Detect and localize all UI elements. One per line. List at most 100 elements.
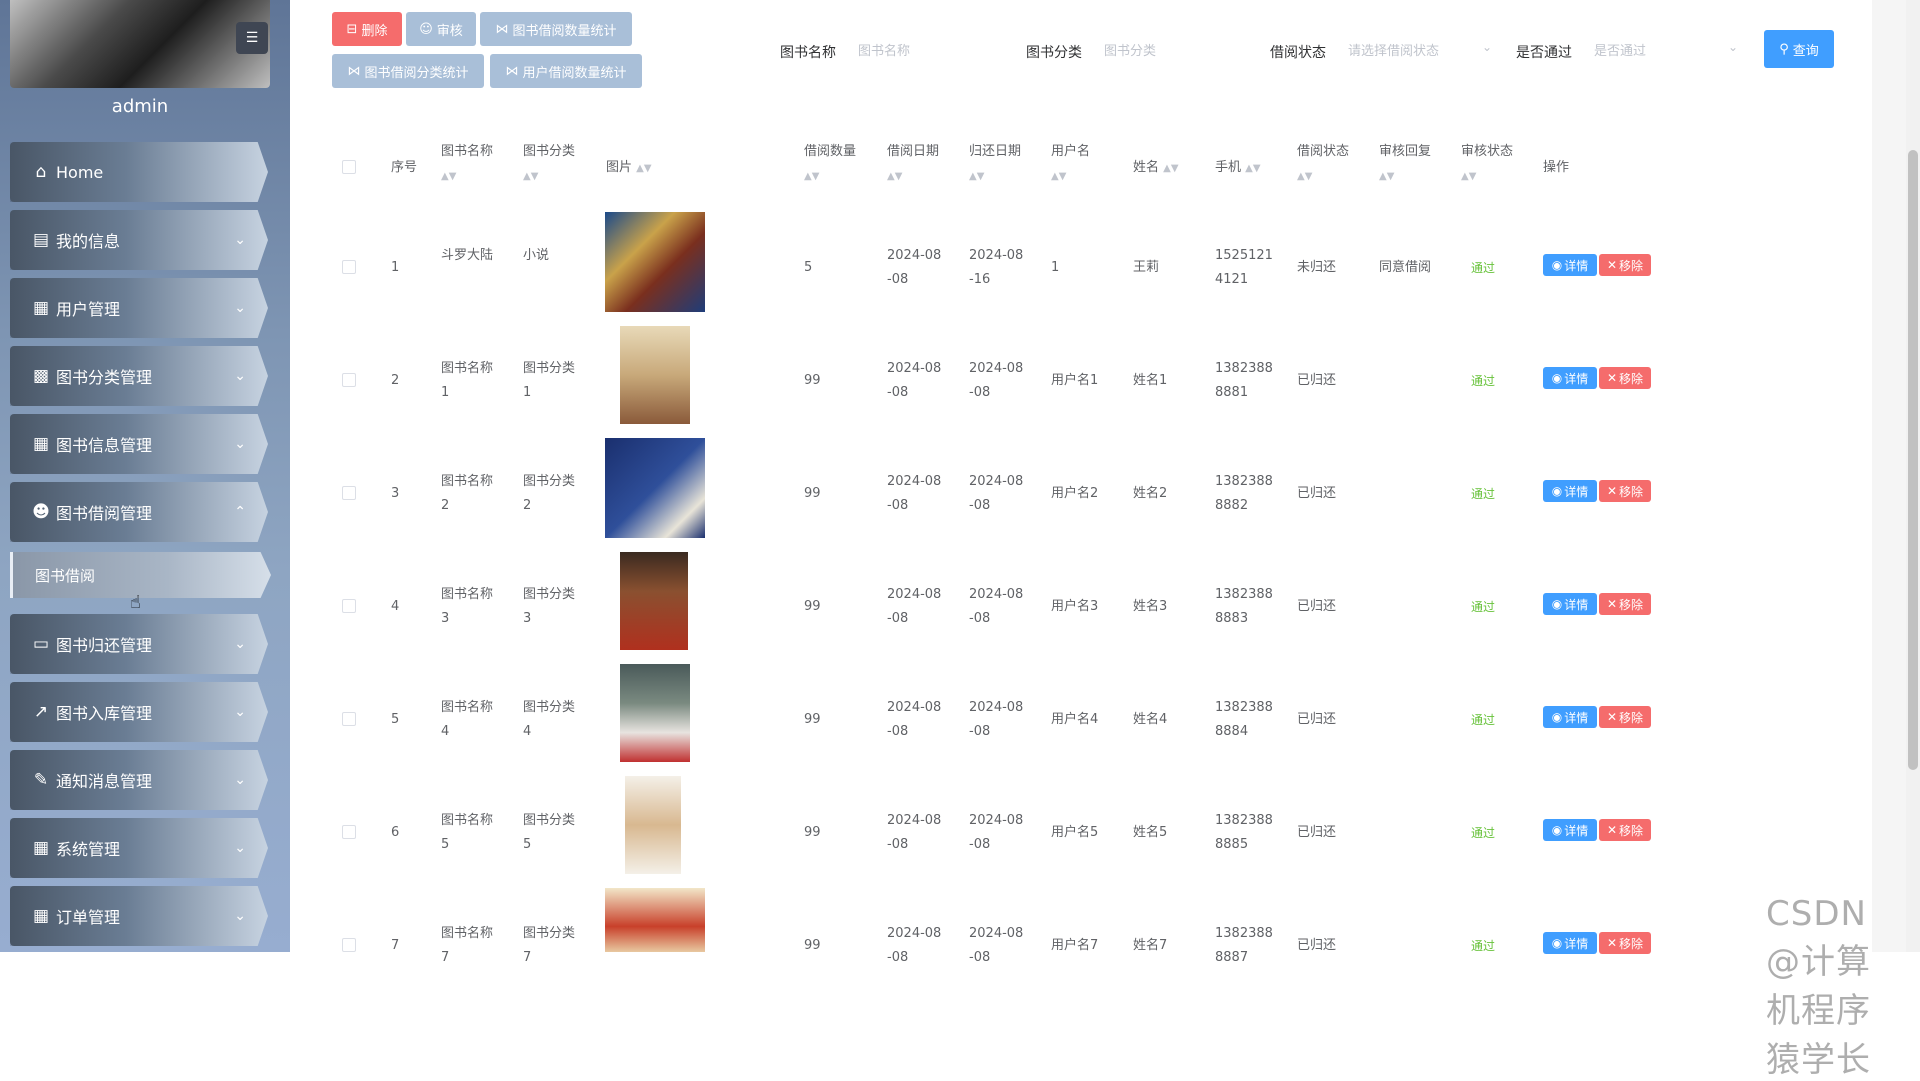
sidebar-item-label: 用户管理 <box>56 300 121 319</box>
row-checkbox[interactable] <box>342 486 356 500</box>
detail-button[interactable]: ◉ 详情 <box>1543 932 1597 954</box>
sidebar-item-borrow-management[interactable]: ☻ 图书借阅管理 ⌃ <box>10 482 268 542</box>
cell-return-date-suffix: -08 <box>969 724 991 739</box>
sidebar-item-category-management[interactable]: ▩ 图书分类管理 ⌄ <box>10 346 268 406</box>
cell-index: 3 <box>391 486 400 501</box>
detail-button[interactable]: ◉ 详情 <box>1543 706 1597 728</box>
row-checkbox[interactable] <box>342 260 356 274</box>
sort-icon: ▲▼ <box>1051 171 1067 182</box>
cell-book-name: 图书名称 <box>441 813 494 828</box>
cell-return-date-suffix: -08 <box>969 950 991 965</box>
column-header-image[interactable]: 图片 ▲▼ <box>606 156 652 181</box>
cell-phone: 1382388 <box>1215 700 1273 715</box>
sidebar-item-label: 系统管理 <box>56 840 121 859</box>
sidebar-item-user-management[interactable]: ▦ 用户管理 ⌄ <box>10 278 268 338</box>
sidebar-item-label: 我的信息 <box>56 232 121 251</box>
sidebar-item-order-management[interactable]: ▦ 订单管理 ⌄ <box>10 886 268 946</box>
row-checkbox[interactable] <box>342 712 356 726</box>
cell-borrow-date-suffix: -08 <box>887 385 909 400</box>
book-name-label: 图书名称 <box>780 45 836 61</box>
chevron-down-icon: ⌄ <box>234 368 246 384</box>
column-header-status[interactable]: 借阅状态 ▲▼ <box>1297 140 1349 189</box>
column-header-category[interactable]: 图书分类 ▲▼ <box>523 140 575 189</box>
cell-phone: 1382388 <box>1215 926 1273 941</box>
remove-button[interactable]: ✕ 移除 <box>1599 480 1651 502</box>
category-input[interactable] <box>1102 36 1256 66</box>
cell-realname: 姓名1 <box>1133 373 1168 388</box>
cell-realname: 姓名4 <box>1133 712 1168 727</box>
sidebar-item-book-info-management[interactable]: ▦ 图书信息管理 ⌄ <box>10 414 268 474</box>
column-header-book-name[interactable]: 图书名称 ▲▼ <box>441 140 493 189</box>
cell-index: 7 <box>391 938 400 953</box>
row-checkbox[interactable] <box>342 825 356 839</box>
book-cover-image <box>620 552 688 650</box>
chevron-down-icon: ⌄ <box>234 636 246 652</box>
remove-button[interactable]: ✕ 移除 <box>1599 593 1651 615</box>
column-header-borrow-date[interactable]: 借阅日期 ▲▼ <box>887 140 939 189</box>
sidebar-item-my-info[interactable]: ▤ 我的信息 ⌄ <box>10 210 268 270</box>
cell-index: 6 <box>391 825 400 840</box>
cell-phone-suffix: 8885 <box>1215 837 1249 852</box>
detail-button[interactable]: ◉ 详情 <box>1543 367 1597 389</box>
remove-button[interactable]: ✕ 移除 <box>1599 367 1651 389</box>
audit-button[interactable]: ☺ 审核 <box>406 12 476 46</box>
collapse-menu-button[interactable]: ☰ <box>236 22 268 54</box>
sort-icon: ▲▼ <box>1461 171 1477 182</box>
chevron-down-icon: ⌄ <box>1728 40 1739 54</box>
column-header-return-date[interactable]: 归还日期 ▲▼ <box>969 140 1021 189</box>
row-checkbox[interactable] <box>342 938 356 952</box>
select-all-checkbox[interactable] <box>342 160 356 174</box>
column-header-audit[interactable]: 审核状态 ▲▼ <box>1461 140 1513 189</box>
sidebar-item-system-management[interactable]: ▦ 系统管理 ⌄ <box>10 818 268 878</box>
query-button[interactable]: ⚲ 查询 <box>1764 30 1834 68</box>
sidebar-item-stock-management[interactable]: ↗ 图书入库管理 ⌄ <box>10 682 268 742</box>
column-header-quantity[interactable]: 借阅数量 ▲▼ <box>804 140 856 189</box>
cell-realname: 姓名3 <box>1133 599 1168 614</box>
remove-button[interactable]: ✕ 移除 <box>1599 819 1651 841</box>
book-name-input[interactable] <box>856 36 1010 66</box>
borrow-category-stat-button[interactable]: ⋈ 图书借阅分类统计 <box>332 54 484 88</box>
column-header-reply[interactable]: 审核回复 ▲▼ <box>1379 140 1431 189</box>
detail-button[interactable]: ◉ 详情 <box>1543 254 1597 276</box>
delete-button[interactable]: ⊟ 删除 <box>332 12 402 46</box>
close-icon: ✕ <box>1606 258 1618 272</box>
minus-square-icon: ⊟ <box>346 21 358 37</box>
column-header-phone[interactable]: 手机 ▲▼ <box>1215 156 1261 181</box>
scrollbar-thumb[interactable] <box>1908 150 1918 770</box>
detail-button[interactable]: ◉ 详情 <box>1543 593 1597 615</box>
user-borrow-stat-button[interactable]: ⋈ 用户借阅数量统计 <box>490 54 642 88</box>
sidebar-subitem-label: 图书借阅 <box>35 566 96 585</box>
sidebar-item-home[interactable]: ⌂ Home <box>10 142 268 202</box>
search-icon: ⚲ <box>1779 41 1789 57</box>
cell-return-date: 2024-08 <box>969 700 1024 715</box>
column-header-realname[interactable]: 姓名 ▲▼ <box>1133 156 1179 181</box>
cell-book-name-suffix: 3 <box>441 611 450 626</box>
detail-button[interactable]: ◉ 详情 <box>1543 480 1597 502</box>
cell-phone-suffix: 8884 <box>1215 724 1249 739</box>
cell-category-suffix: 3 <box>523 611 532 626</box>
row-checkbox[interactable] <box>342 373 356 387</box>
status-select[interactable] <box>1346 36 1490 66</box>
pass-select[interactable] <box>1592 36 1726 66</box>
cell-book-name: 图书名称 <box>441 474 494 489</box>
cell-borrow-date-suffix: -08 <box>887 272 909 287</box>
sidebar-item-return-management[interactable]: ▭ 图书归还管理 ⌄ <box>10 614 268 674</box>
cell-audit-status: 通过 <box>1471 374 1496 388</box>
column-header-username[interactable]: 用户名 ▲▼ <box>1051 140 1090 189</box>
detail-button[interactable]: ◉ 详情 <box>1543 819 1597 841</box>
row-checkbox[interactable] <box>342 599 356 613</box>
sidebar-item-label: 图书信息管理 <box>56 436 153 455</box>
borrow-count-stat-button[interactable]: ⋈ 图书借阅数量统计 <box>480 12 632 46</box>
user-icon: ☻ <box>32 502 50 522</box>
book-cover-image <box>605 888 705 952</box>
remove-button[interactable]: ✕ 移除 <box>1599 932 1651 954</box>
close-icon: ✕ <box>1606 710 1618 724</box>
remove-button-label: 移除 <box>1619 710 1644 725</box>
cell-phone-suffix: 4121 <box>1215 272 1249 287</box>
close-icon: ✕ <box>1606 597 1618 611</box>
cell-realname: 姓名5 <box>1133 825 1168 840</box>
cell-borrow-date: 2024-08 <box>887 361 942 376</box>
sidebar-item-notice-management[interactable]: ✎ 通知消息管理 ⌄ <box>10 750 268 810</box>
remove-button[interactable]: ✕ 移除 <box>1599 254 1651 276</box>
remove-button[interactable]: ✕ 移除 <box>1599 706 1651 728</box>
